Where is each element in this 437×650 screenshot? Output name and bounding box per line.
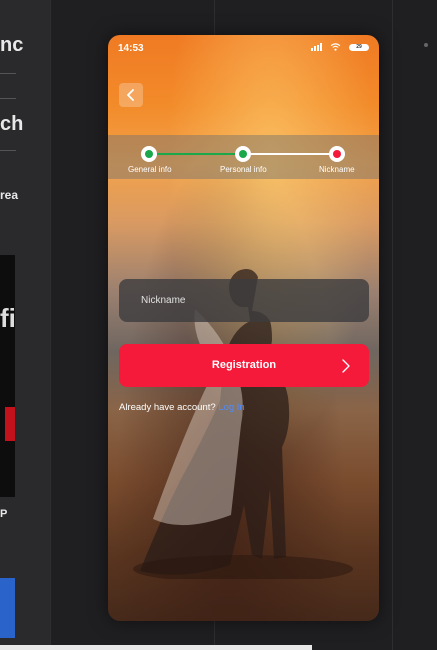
registration-button[interactable]: Registration: [119, 344, 369, 387]
stepper-connector-done: [157, 153, 235, 155]
bg-dot: [424, 43, 428, 47]
status-bar: 14:53 29: [108, 35, 379, 61]
back-button[interactable]: [119, 83, 143, 107]
bg-divider: [0, 73, 16, 74]
signal-icon: [311, 43, 322, 51]
step-label-personal-info: Personal info: [220, 165, 267, 174]
login-link[interactable]: Log In: [218, 402, 244, 413]
step-dot-general-info: [141, 146, 157, 162]
bg-text-fragment: P: [0, 508, 8, 520]
bg-promo-banner: fi: [0, 255, 16, 497]
nickname-input[interactable]: [119, 279, 369, 322]
bg-divider: [0, 150, 16, 151]
registration-button-label: Registration: [211, 359, 277, 371]
bg-column-line: [50, 0, 51, 650]
registration-stepper: General info Personal info Nickname: [108, 135, 379, 179]
login-prompt-text: Already have account?: [119, 402, 216, 413]
bg-text-fragment: rea: [0, 188, 19, 202]
background-page-left: nc ch rea fi P: [0, 0, 50, 650]
bg-image-thumb: [0, 578, 15, 638]
stepper-connector-pending: [251, 153, 330, 155]
bg-text-fragment: ch: [0, 113, 24, 135]
bg-promo-text: fi: [0, 303, 16, 333]
status-time: 14:53: [118, 43, 144, 54]
chevron-left-icon: [127, 89, 134, 101]
bg-promo-button: [5, 407, 15, 441]
bg-bottom-bar: [0, 645, 312, 650]
step-dot-nickname: [329, 146, 345, 162]
wifi-icon: [330, 43, 341, 51]
phone-screen: 14:53 29 General info Personal info Nick…: [108, 35, 379, 621]
battery-icon: 29: [349, 43, 369, 51]
step-label-general-info: General info: [128, 165, 172, 174]
bg-column-line: [392, 0, 393, 650]
step-dot-personal-info: [235, 146, 251, 162]
login-prompt: Already have account? Log In: [119, 402, 245, 413]
bg-text-fragment: nc: [0, 34, 24, 56]
step-label-nickname: Nickname: [319, 165, 355, 174]
chevron-right-icon: [342, 359, 350, 373]
bg-divider: [0, 98, 16, 99]
